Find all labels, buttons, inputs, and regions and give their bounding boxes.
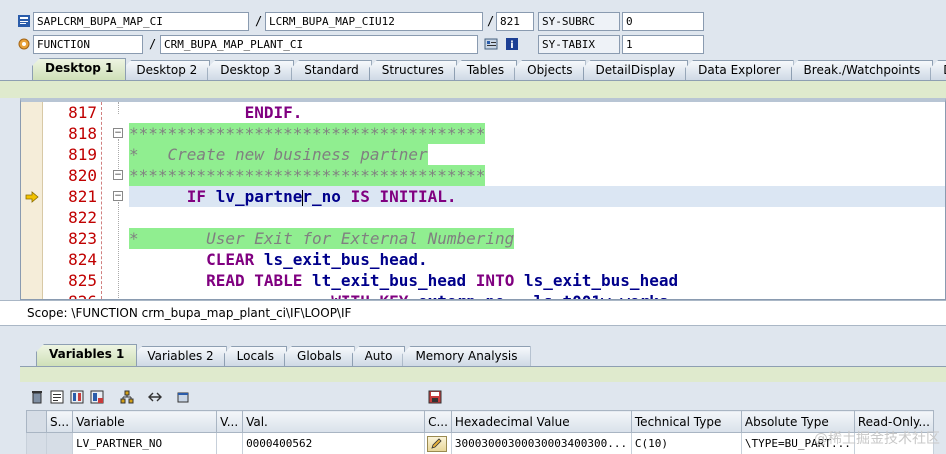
scope-bar: Scope: \FUNCTION crm_bupa_map_plant_ci\I… (0, 300, 946, 326)
tab-standard[interactable]: Standard (291, 60, 372, 80)
tab-detail-display[interactable]: DetailDisplay (582, 60, 689, 80)
line-number: 826 (61, 291, 97, 299)
cell-status (45, 432, 74, 454)
separator: / (149, 37, 157, 51)
column-header[interactable]: Variable (72, 410, 218, 433)
event-name-field: CRM_BUPA_MAP_PLANT_CI (160, 35, 478, 54)
separator: / (487, 14, 495, 28)
line-number: 819 (68, 145, 97, 164)
line-number: 825 (68, 271, 97, 290)
function-icon (17, 37, 31, 51)
details-icon[interactable] (50, 390, 64, 404)
include-field: LCRM_BUPA_MAP_CIU12 (265, 12, 483, 31)
code-line[interactable]: CLEAR ls_exit_bus_head. (129, 249, 428, 270)
table-row[interactable]: LV_PARTNER_NO 0000400562 300030003000300… (26, 432, 934, 454)
pencil-icon[interactable] (427, 435, 448, 452)
separator: / (255, 14, 263, 28)
fold-toggle[interactable]: − (113, 191, 123, 201)
tab-structures[interactable]: Structures (368, 60, 457, 80)
code-line-current[interactable]: IF lv_partner_no IS INITIAL. (129, 186, 457, 207)
code-text: ENDIF. (186, 103, 303, 122)
tab-auto[interactable]: Auto (351, 346, 406, 366)
program-field: SAPLCRM_BUPA_MAP_CI (33, 12, 249, 31)
fold-guide (118, 102, 119, 114)
object-icon[interactable] (176, 390, 190, 404)
cell-change[interactable] (424, 432, 452, 454)
cell-hex: 30003000300030003400300... (450, 432, 632, 454)
tabix-label: SY-TABIX (538, 35, 620, 54)
program-icon (17, 14, 31, 28)
line-number-separator (101, 102, 102, 299)
row-selector[interactable] (26, 432, 47, 454)
cell-technical-type: C(10) (630, 432, 742, 454)
delete-icon[interactable] (30, 390, 44, 404)
hierarchy-icon[interactable] (120, 390, 134, 404)
tab-globals[interactable]: Globals (284, 346, 355, 366)
tab-memory-analysis[interactable]: Memory Analysis (402, 346, 531, 366)
tab-objects[interactable]: Objects (514, 60, 586, 80)
table-header-row: S... Variable V... Val. C... Hexadecimal… (26, 410, 934, 433)
fold-toggle[interactable]: − (113, 170, 123, 180)
line-number: 824 (68, 250, 97, 269)
fold-guide (118, 202, 119, 299)
column-header[interactable]: S... (45, 410, 74, 433)
line-number: 817 (68, 103, 97, 122)
desktop-tabs: Desktop 1 Desktop 2 Desktop 3 Standard S… (32, 58, 946, 80)
code-line-comment[interactable]: ************************************* (129, 123, 486, 144)
fold-guide (118, 139, 119, 171)
subrc-label: SY-SUBRC (538, 12, 620, 31)
code-line[interactable]: WITH KEY extern_no = ls_t001w-werks (129, 291, 668, 299)
cell-variable[interactable]: LV_PARTNER_NO (72, 432, 218, 454)
tab-desktop-3[interactable]: Desktop 3 (207, 60, 295, 80)
column-header[interactable]: Technical Type (630, 410, 742, 433)
variable-tabs-underline (20, 366, 946, 382)
row-selector-header[interactable] (26, 410, 47, 433)
tab-locals[interactable]: Locals (223, 346, 288, 366)
subrc-value: 0 (622, 12, 704, 31)
variables-table: S... Variable V... Val. C... Hexadecimal… (26, 410, 934, 454)
info-icon[interactable]: i (505, 37, 519, 51)
line-number: 822 (68, 208, 97, 227)
current-line-arrow-icon (25, 191, 39, 206)
tab-bar-underline (0, 80, 946, 98)
line-number: 818 (68, 124, 97, 143)
code-line[interactable]: ENDIF. (129, 102, 303, 123)
tab-desktop-1[interactable]: Desktop 1 (32, 58, 127, 80)
save-icon[interactable] (428, 390, 442, 404)
code-line-comment[interactable]: * Create new business partner (129, 144, 428, 165)
cell-v (216, 432, 244, 454)
layout-icon[interactable] (70, 390, 84, 404)
tab-variables-2[interactable]: Variables 2 (134, 346, 227, 366)
event-type-field: FUNCTION (33, 35, 143, 54)
svg-text:i: i (510, 40, 513, 51)
tab-data-explorer[interactable]: Data Explorer (685, 60, 794, 80)
tab-breakpoints[interactable]: Break./Watchpoints (790, 60, 934, 80)
tab-variables-1[interactable]: Variables 1 (36, 344, 138, 366)
code-line-comment[interactable]: * User Exit for External Numbering (129, 228, 515, 249)
cell-value[interactable]: 0000400562 (242, 432, 426, 454)
watermark: @稀土掘金技术社区 (814, 431, 940, 447)
column-header[interactable]: C... (424, 410, 452, 433)
code-line-comment[interactable]: ************************************* (129, 165, 486, 186)
transfer-icon[interactable] (148, 390, 162, 404)
line-number: 821 (68, 187, 97, 206)
tab-tables[interactable]: Tables (453, 60, 518, 80)
display-object-icon[interactable] (484, 37, 498, 51)
line-number: 820 (68, 166, 97, 185)
layout-save-icon[interactable] (90, 390, 104, 404)
code-line[interactable]: READ TABLE lt_exit_bus_head INTO ls_exit… (129, 270, 678, 291)
column-header[interactable]: V... (216, 410, 244, 433)
variable-tabs: Variables 1 Variables 2 Locals Globals A… (36, 344, 531, 366)
column-header[interactable]: Val. (242, 410, 426, 433)
tabix-value: 1 (622, 35, 704, 54)
tab-desktop-2[interactable]: Desktop 2 (123, 60, 211, 80)
source-editor[interactable]: 817 818 819 820 821 822 823 824 825 826 … (20, 98, 946, 300)
column-header[interactable]: Hexadecimal Value (450, 410, 632, 433)
line-number: 823 (68, 229, 97, 248)
fold-toggle[interactable]: − (113, 128, 123, 138)
line-field: 821 (496, 12, 534, 31)
